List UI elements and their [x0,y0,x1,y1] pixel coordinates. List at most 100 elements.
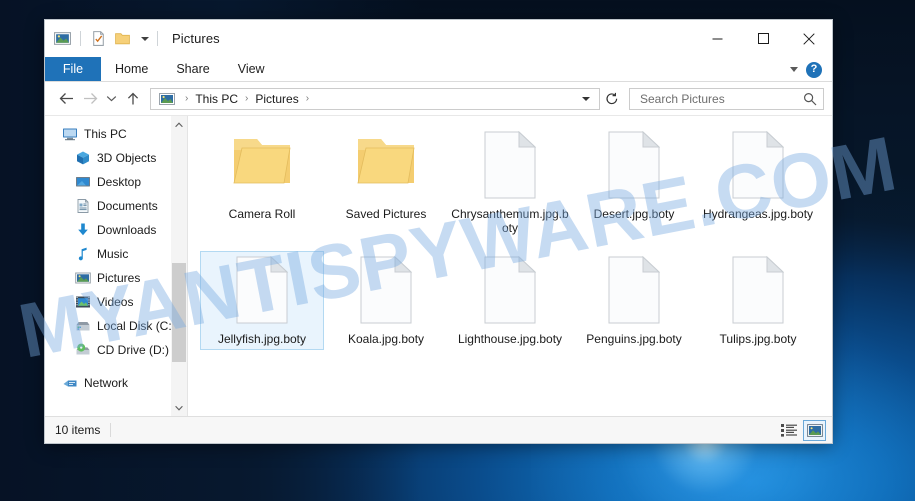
sidebar-item-label: Network [84,376,129,390]
file-list-pane[interactable]: Camera Roll Saved Pictures Chrysanthemum… [187,116,832,416]
sidebar-item-music[interactable]: Music [45,242,187,266]
navigation-scrollbar[interactable] [171,116,187,416]
new-folder-icon[interactable] [113,29,132,48]
scroll-up-icon[interactable] [171,116,187,133]
list-item[interactable]: Camera Roll [200,126,324,239]
sidebar-item-label: This PC [84,127,127,141]
list-item-label: Saved Pictures [345,207,427,221]
up-button[interactable] [122,87,144,111]
sidebar-item-label: Documents [97,199,158,213]
minimize-button[interactable] [694,20,740,57]
sidebar-item-network[interactable]: Network [45,371,187,395]
list-item[interactable]: Saved Pictures [324,126,448,239]
pictures-icon [75,270,91,286]
folder-icon [353,131,419,203]
details-view-button[interactable] [777,420,800,441]
explorer-body: This PC 3D Objects Desktop Documents Dow… [45,115,832,416]
sidebar-item-3d-objects[interactable]: 3D Objects [45,146,187,170]
list-item[interactable]: Penguins.jpg.boty [572,251,696,350]
list-item-label: Camera Roll [228,207,296,221]
recent-locations-button[interactable] [103,87,120,111]
breadcrumb-pictures[interactable]: Pictures [252,92,301,106]
list-item[interactable]: Lighthouse.jpg.boty [448,251,572,350]
breadcrumb-root-icon[interactable] [156,91,181,107]
folder-icon [229,131,295,203]
quick-access-toolbar [53,29,161,48]
picture-folder-icon[interactable] [53,29,72,48]
sidebar-item-local-disk-c[interactable]: Local Disk (C:) [45,314,187,338]
list-item[interactable]: Desert.jpg.boty [572,126,696,239]
list-item-label: Chrysanthemum.jpg.boty [451,207,569,235]
breadcrumb-this-pc[interactable]: This PC [192,92,241,106]
list-item[interactable]: Koala.jpg.boty [324,251,448,350]
address-bar-row: › This PC › Pictures › [45,82,832,115]
downloads-icon [75,222,91,238]
scroll-down-icon[interactable] [171,399,187,416]
back-button[interactable] [55,87,77,111]
properties-icon[interactable] [89,29,108,48]
sidebar-item-downloads[interactable]: Downloads [45,218,187,242]
list-item-label: Tulips.jpg.boty [719,332,797,346]
close-button[interactable] [786,20,832,57]
maximize-button[interactable] [740,20,786,57]
list-item[interactable]: Chrysanthemum.jpg.boty [448,126,572,239]
address-bar[interactable]: › This PC › Pictures › [150,87,600,110]
tab-share[interactable]: Share [162,57,223,81]
search-input[interactable] [638,90,803,107]
large-icons-view-button[interactable] [803,419,826,441]
breadcrumb-separator: › [185,93,189,104]
sidebar-item-videos[interactable]: Videos [45,290,187,314]
scrollbar-track[interactable] [171,133,187,399]
videos-icon [75,294,91,310]
refresh-button[interactable] [602,92,622,106]
sidebar-item-label: Pictures [97,271,141,285]
list-item-label: Jellyfish.jpg.boty [217,332,307,346]
file-icon [477,131,543,203]
music-icon [75,246,91,262]
documents-icon [75,198,91,214]
customize-quick-access-icon[interactable] [141,36,149,41]
list-item[interactable]: Hydrangeas.jpg.boty [696,126,820,239]
sidebar-item-pictures[interactable]: Pictures [45,266,187,290]
chevron-down-icon[interactable] [582,96,590,101]
sidebar-item-label: Local Disk (C:) [97,319,176,333]
list-item[interactable]: Tulips.jpg.boty [696,251,820,350]
window-title: Pictures [172,31,220,46]
sidebar-item-cd-drive-d[interactable]: CD Drive (D:) CC [45,338,187,362]
search-icon[interactable] [803,92,817,106]
item-count-label: 10 items [55,423,112,437]
sidebar-item-documents[interactable]: Documents [45,194,187,218]
sidebar-item-desktop[interactable]: Desktop [45,170,187,194]
list-item-label: Penguins.jpg.boty [586,332,682,346]
sidebar-item-label: Desktop [97,175,142,189]
sidebar-item-label: 3D Objects [97,151,157,165]
tab-view[interactable]: View [224,57,279,81]
sidebar-item-label: Videos [97,295,134,309]
forward-button[interactable] [79,87,101,111]
help-icon[interactable]: ? [806,61,822,78]
file-grid: Camera Roll Saved Pictures Chrysanthemum… [200,126,826,362]
sidebar-item-this-pc[interactable]: This PC [45,122,187,146]
navigation-pane: This PC 3D Objects Desktop Documents Dow… [45,116,187,416]
cd-drive-icon [75,342,91,358]
desktop: Pictures File Home Share View ? › This P… [0,0,915,501]
ribbon-right-controls: ? [790,57,828,82]
local-disk-icon [75,318,91,334]
toolbar-divider [157,31,158,46]
this-pc-icon [62,126,78,142]
tab-file[interactable]: File [45,57,101,81]
file-icon [353,256,419,328]
list-item[interactable]: Jellyfish.jpg.boty [200,251,324,350]
toolbar-divider [80,31,81,46]
sidebar-item-label: Downloads [97,223,157,237]
title-bar: Pictures [45,20,832,57]
scrollbar-thumb[interactable] [172,263,186,362]
chevron-down-icon[interactable] [790,67,798,72]
search-box[interactable] [629,87,824,110]
list-item-label: Koala.jpg.boty [347,332,425,346]
breadcrumb-separator[interactable]: › [302,93,313,104]
file-explorer-window: Pictures File Home Share View ? › This P… [45,20,832,443]
tab-home[interactable]: Home [101,57,162,81]
sidebar-item-label: Music [97,247,129,261]
